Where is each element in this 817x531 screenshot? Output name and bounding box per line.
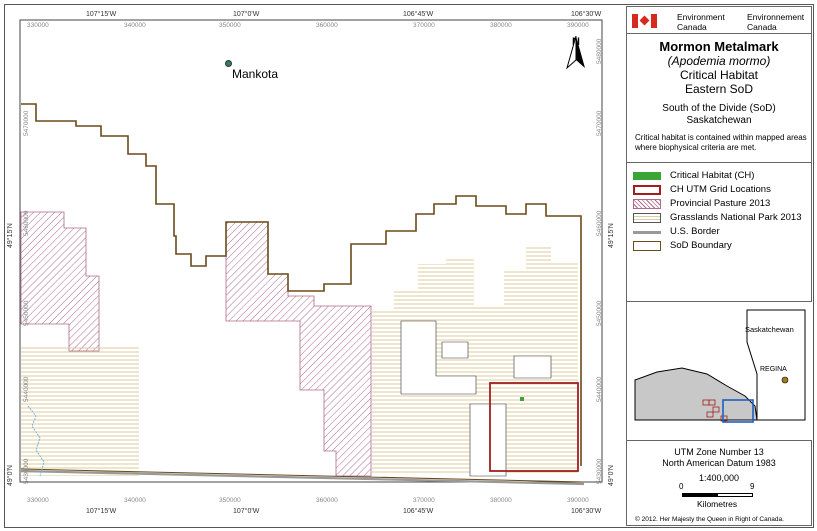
lon-tick-top: 107°15'W xyxy=(86,11,117,18)
utm-tick-top: 370000 xyxy=(413,22,435,29)
lat-tick-left: 49°15'N xyxy=(7,223,14,248)
map-area: 107°15'W 107°0'W 106°45'W 106°30'W 33000… xyxy=(6,6,618,518)
locator-inset: Saskatchewan REGINA xyxy=(626,301,813,442)
utm-tick-right: 5480000 xyxy=(596,38,603,64)
scale-end: 9 xyxy=(750,482,755,491)
utm-tick-left: 5470000 xyxy=(23,110,30,136)
title-block: Mormon Metalmark (Apodemia mormo) Critic… xyxy=(626,33,812,163)
utm-tick-top: 380000 xyxy=(490,22,512,29)
agency-header: Environment Canada Environnement Canada xyxy=(626,6,812,34)
utm-tick-bottom: 330000 xyxy=(27,497,49,504)
utm-tick-left: 5460000 xyxy=(23,210,30,236)
utm-tick-left: 5430000 xyxy=(23,458,30,484)
agency-name-french: Environnement Canada xyxy=(747,12,805,32)
lon-tick-bottom: 107°15'W xyxy=(86,508,117,515)
grasslands-np-west xyxy=(21,346,139,476)
north-arrow: N xyxy=(565,36,587,70)
utm-tick-top: 390000 xyxy=(567,22,589,29)
lon-tick-top: 106°30'W xyxy=(571,11,602,18)
lat-tick-left: 49°0'N xyxy=(7,465,14,486)
critical-habitat-swatch xyxy=(633,172,661,180)
lon-tick-top: 107°0'W xyxy=(233,11,260,18)
utm-tick-bottom: 390000 xyxy=(567,497,589,504)
utm-tick-right: 5430000 xyxy=(596,458,603,484)
us-border-swatch xyxy=(633,231,661,234)
map-subject: Critical Habitat xyxy=(679,68,759,82)
legend-item-sod-boundary: SoD Boundary xyxy=(633,240,809,252)
park-inholding xyxy=(513,355,552,379)
utm-tick-top: 330000 xyxy=(27,22,49,29)
lon-tick-top: 106°45'W xyxy=(403,11,434,18)
scale-start: 0 xyxy=(679,482,684,491)
scale-unit: Kilometres xyxy=(697,499,738,509)
utm-tick-bottom: 380000 xyxy=(490,497,512,504)
lat-tick-right: 49°15'N xyxy=(608,223,615,248)
utm-tick-right: 5450000 xyxy=(596,300,603,326)
critical-habitat-note: Critical habitat is contained within map… xyxy=(635,133,807,152)
sod-boundary-swatch xyxy=(633,241,661,251)
region-name: South of the Divide (SoD) xyxy=(662,103,776,114)
town-marker xyxy=(225,60,232,67)
map-canvas xyxy=(19,19,603,486)
utm-tick-right: 5440000 xyxy=(596,376,603,402)
utm-tick-right: 5460000 xyxy=(596,210,603,236)
utm-tick-bottom: 340000 xyxy=(124,497,146,504)
copyright: © 2012. Her Majesty the Queen in Right o… xyxy=(635,516,784,523)
legend-item-provincial-pasture: Provincial Pasture 2013 xyxy=(633,198,809,210)
lon-tick-bottom: 107°0'W xyxy=(233,508,260,515)
north-arrow-icon xyxy=(566,36,585,70)
datum-block: UTM Zone Number 13 North American Datum … xyxy=(626,440,812,526)
scale-ratio: 1:400,000 xyxy=(698,473,740,483)
legend-item-national-park: Grasslands National Park 2013 xyxy=(633,212,809,224)
map-area-name: Eastern SoD xyxy=(684,82,754,96)
utm-tick-left: 5440000 xyxy=(23,376,30,402)
species-common-name: Mormon Metalmark xyxy=(659,39,779,54)
provincial-pasture-swatch xyxy=(633,199,661,209)
lon-tick-bottom: 106°30'W xyxy=(571,508,602,515)
legend-item-utm-grid: CH UTM Grid Locations xyxy=(633,184,809,196)
utm-tick-bottom: 350000 xyxy=(219,497,241,504)
utm-tick-left: 5450000 xyxy=(23,300,30,326)
utm-tick-top: 360000 xyxy=(316,22,338,29)
scale-bar xyxy=(682,493,753,497)
canada-flag-icon xyxy=(632,14,657,28)
utm-tick-right: 5470000 xyxy=(596,110,603,136)
utm-tick-bottom: 360000 xyxy=(316,497,338,504)
datum-name: North American Datum 1983 xyxy=(662,458,776,468)
utm-tick-top: 340000 xyxy=(124,22,146,29)
species-scientific-name: (Apodemia mormo) xyxy=(667,54,771,68)
utm-zone: UTM Zone Number 13 xyxy=(674,447,764,457)
utm-tick-bottom: 370000 xyxy=(413,497,435,504)
province-name: Saskatchewan xyxy=(686,115,752,126)
agency-name-english: Environment Canada xyxy=(677,12,725,32)
inset-city-label: REGINA xyxy=(760,366,787,373)
critical-habitat-patch xyxy=(520,397,524,401)
utm-tick-top: 350000 xyxy=(219,22,241,29)
town-label: Mankota xyxy=(232,67,279,81)
legend: Critical Habitat (CH) CH UTM Grid Locati… xyxy=(626,162,812,302)
park-inholding xyxy=(441,341,469,359)
park-inholding xyxy=(469,403,507,477)
legend-item-critical-habitat: Critical Habitat (CH) xyxy=(633,170,809,182)
inset-province-label: Saskatchewan xyxy=(745,325,794,334)
regina-marker xyxy=(781,376,789,384)
lon-tick-bottom: 106°45'W xyxy=(403,508,434,515)
national-park-swatch xyxy=(633,213,661,223)
utm-grid-swatch xyxy=(633,185,661,195)
legend-item-us-border: U.S. Border xyxy=(633,226,809,238)
lat-tick-right: 49°0'N xyxy=(608,465,615,486)
